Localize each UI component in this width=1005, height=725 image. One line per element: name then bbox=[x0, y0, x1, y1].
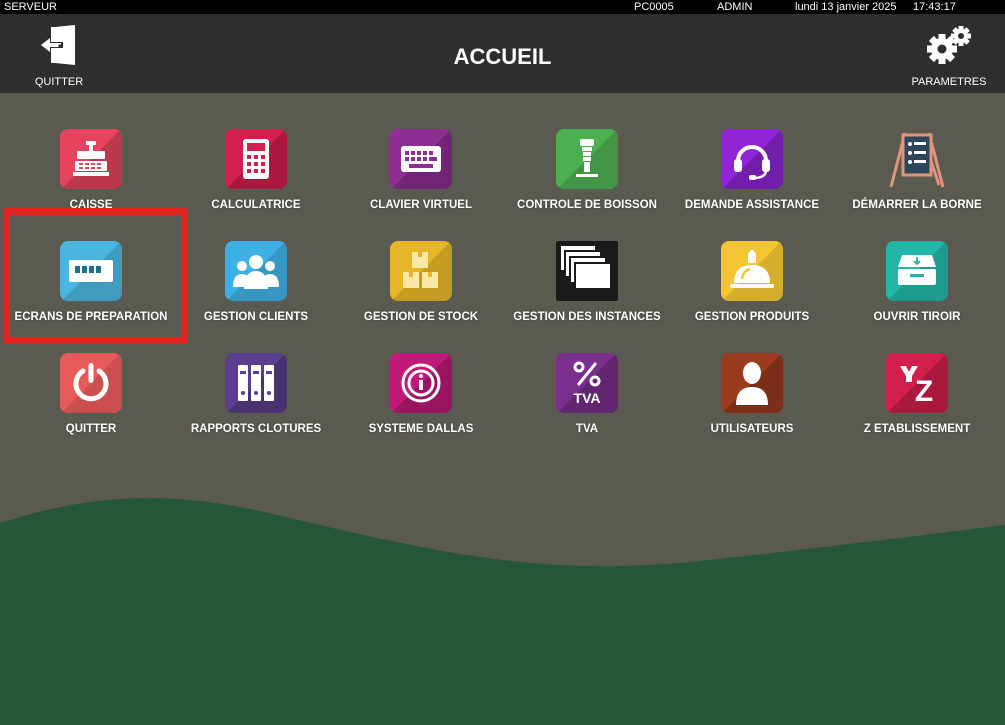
tile-label: GESTION DES INSTANCES bbox=[513, 311, 661, 323]
tile-label: SYSTEME DALLAS bbox=[368, 423, 474, 435]
tile-clavier-virtuel[interactable]: CLAVIER VIRTUEL bbox=[339, 129, 503, 229]
tile-tva[interactable]: TVA TVA bbox=[505, 353, 669, 453]
header-quit-label: QUITTER bbox=[34, 76, 84, 88]
status-role: ADMIN bbox=[717, 1, 753, 13]
status-bar: SERVEUR PC0005 ADMIN lundi 13 janvier 20… bbox=[0, 0, 1005, 14]
calculator-icon bbox=[225, 129, 287, 189]
header-bar: QUITTER ACCUEIL PARAMETRES bbox=[0, 14, 1005, 93]
tile-label: UTILISATEURS bbox=[710, 423, 794, 435]
tile-demarrer-la-borne[interactable]: DÉMARRER LA BORNE bbox=[835, 129, 999, 229]
tile-systeme-dallas[interactable]: SYSTEME DALLAS bbox=[339, 353, 503, 453]
tile-label: CAISSE bbox=[69, 199, 113, 211]
tva-icon-text: TVA bbox=[574, 390, 601, 406]
tile-quitter[interactable]: QUITTER bbox=[9, 353, 173, 453]
tile-label: QUITTER bbox=[65, 423, 117, 435]
menu-board-icon bbox=[886, 129, 948, 189]
user-icon bbox=[721, 353, 783, 413]
tile-label: RAPPORTS CLOTURES bbox=[190, 423, 322, 435]
boxes-icon bbox=[390, 241, 452, 301]
tile-calculatrice[interactable]: CALCULATRICE bbox=[174, 129, 338, 229]
keyboard-icon bbox=[390, 129, 452, 189]
status-user: SERVEUR bbox=[4, 1, 57, 13]
tile-gestion-clients[interactable]: GESTION CLIENTS bbox=[174, 241, 338, 341]
tile-label: DÉMARRER LA BORNE bbox=[852, 199, 982, 211]
dallas-key-icon bbox=[390, 353, 452, 413]
tile-label: CLAVIER VIRTUEL bbox=[369, 199, 472, 211]
power-icon bbox=[60, 353, 122, 413]
tile-rapports-clotures[interactable]: RAPPORTS CLOTURES bbox=[174, 353, 338, 453]
tile-utilisateurs[interactable]: UTILISATEURS bbox=[670, 353, 834, 453]
home-stage: CAISSE CALCULATRICE CLAVIER VIRTUEL CONT… bbox=[0, 93, 1005, 725]
tile-caisse[interactable]: CAISSE bbox=[9, 129, 173, 229]
users-group-icon bbox=[225, 241, 287, 301]
tile-ecrans-de-preparation[interactable]: ECRANS DE PREPARATION bbox=[9, 241, 173, 341]
settings-button[interactable]: PARAMETRES bbox=[906, 14, 992, 93]
tile-controle-de-boisson[interactable]: CONTROLE DE BOISSON bbox=[505, 129, 669, 229]
tile-label: DEMANDE ASSISTANCE bbox=[684, 199, 820, 211]
tile-gestion-de-stock[interactable]: GESTION DE STOCK bbox=[339, 241, 503, 341]
page-title: ACCUEIL bbox=[453, 44, 552, 69]
cash-register-icon bbox=[60, 129, 122, 189]
tile-label: CALCULATRICE bbox=[211, 199, 301, 211]
tile-label: Z ETABLISSEMENT bbox=[863, 423, 971, 435]
status-machine: PC0005 bbox=[634, 1, 674, 13]
tile-demande-assistance[interactable]: DEMANDE ASSISTANCE bbox=[670, 129, 834, 229]
status-time: 17:43:17 bbox=[913, 1, 956, 13]
percent-icon: TVA bbox=[556, 353, 618, 413]
gears-icon bbox=[924, 25, 974, 72]
status-date: lundi 13 janvier 2025 bbox=[795, 1, 897, 13]
binders-icon bbox=[225, 353, 287, 413]
tile-z-etablissement[interactable]: Z Z ETABLISSEMENT bbox=[835, 353, 999, 453]
z-report-icon: Z bbox=[886, 353, 948, 413]
preparation-screen-icon bbox=[60, 241, 122, 301]
z-icon-text: Z bbox=[915, 375, 933, 406]
settings-label: PARAMETRES bbox=[911, 76, 987, 88]
tile-gestion-produits[interactable]: GESTION PRODUITS bbox=[670, 241, 834, 341]
beer-tap-icon bbox=[556, 129, 618, 189]
tile-label: CONTROLE DE BOISSON bbox=[517, 199, 657, 211]
tile-label: ECRANS DE PREPARATION bbox=[14, 311, 168, 323]
tile-label: GESTION DE STOCK bbox=[363, 311, 479, 323]
drawer-icon bbox=[886, 241, 948, 301]
tile-label: GESTION PRODUITS bbox=[694, 311, 810, 323]
tile-label: OUVRIR TIROIR bbox=[873, 311, 961, 323]
tile-label: TVA bbox=[575, 423, 599, 435]
tile-ouvrir-tiroir[interactable]: OUVRIR TIROIR bbox=[835, 241, 999, 341]
tile-label: GESTION CLIENTS bbox=[203, 311, 309, 323]
headset-icon bbox=[721, 129, 783, 189]
stacked-windows-icon bbox=[556, 241, 618, 301]
cloche-icon bbox=[721, 241, 783, 301]
tile-gestion-des-instances[interactable]: GESTION DES INSTANCES bbox=[505, 241, 669, 341]
